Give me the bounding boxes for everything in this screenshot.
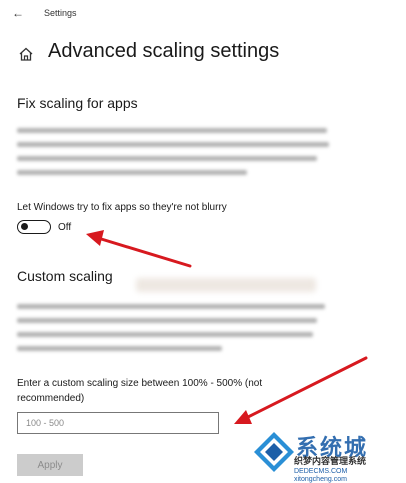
- annotation-arrows: [86, 230, 368, 424]
- annotation-arrow-input: [234, 356, 368, 424]
- watermark-logo-icon: [254, 432, 294, 472]
- watermark-domain: DEDECMS.COM: [294, 468, 348, 475]
- annotation-arrow-toggle: [86, 230, 192, 268]
- watermark-subtitle: 织梦内容管理系统: [294, 456, 367, 466]
- watermark: 系统城 织梦内容管理系统 DEDECMS.COM xitongcheng.com: [250, 426, 406, 483]
